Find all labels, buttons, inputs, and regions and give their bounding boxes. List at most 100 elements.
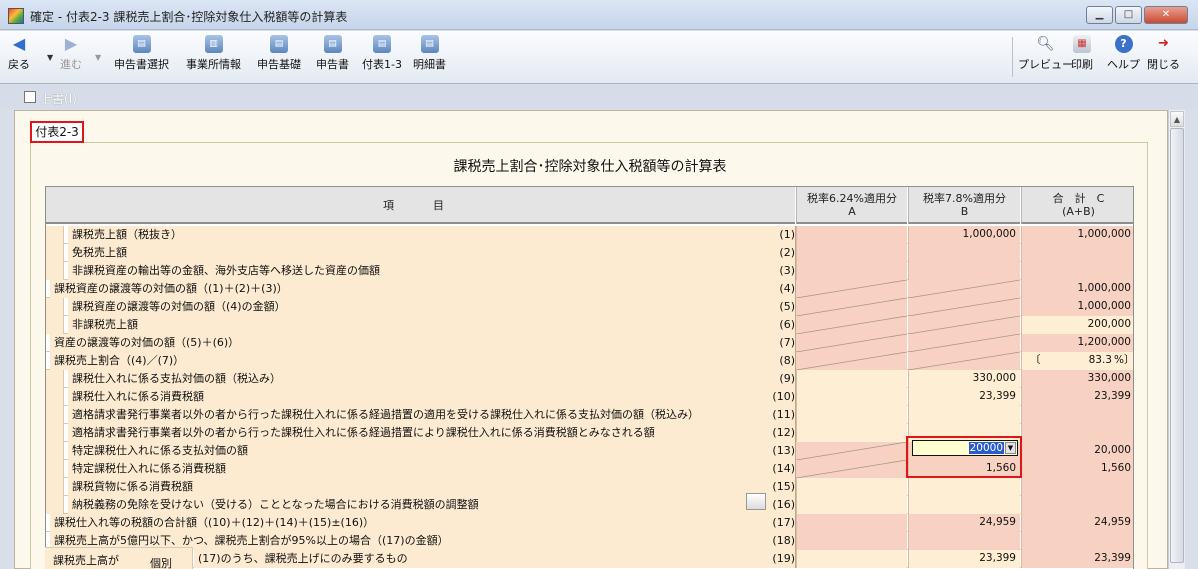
- cell-c[interactable]: [1021, 406, 1133, 424]
- cell-b[interactable]: [908, 406, 1020, 424]
- cell-c[interactable]: 23,399: [1021, 550, 1133, 568]
- specific-purchase-amount-input[interactable]: 20000 ▼: [912, 440, 1018, 456]
- toolbar-select-form[interactable]: ▤ 申告書選択: [114, 35, 169, 72]
- exit-door-icon: ➜: [1158, 36, 1169, 51]
- back-button[interactable]: ◀ 戻る: [8, 35, 30, 72]
- cell-c[interactable]: 23,399: [1021, 388, 1133, 406]
- forward-arrow-icon: ▶: [64, 34, 78, 53]
- cell-c[interactable]: 1,200,000: [1021, 334, 1133, 352]
- cell-c[interactable]: 〔 83.3 %〕: [1021, 352, 1133, 370]
- cell-b[interactable]: [908, 532, 1020, 550]
- adjust-detail-button[interactable]: [746, 493, 766, 510]
- row-number: (17): [765, 514, 795, 532]
- minimize-button[interactable]: ▁: [1086, 6, 1113, 24]
- cell-c[interactable]: [1021, 496, 1133, 514]
- cell-b[interactable]: 1,000,000: [908, 226, 1020, 244]
- cell-b[interactable]: 23,399: [908, 550, 1020, 568]
- ratio-value[interactable]: 83.3: [1060, 352, 1112, 369]
- toolbar-statement[interactable]: ▤ 明細書: [413, 35, 446, 72]
- cell-c[interactable]: 1,000,000: [1021, 226, 1133, 244]
- toolbar-appendix[interactable]: ▤ 付表1-3: [362, 35, 402, 72]
- cell-b[interactable]: [908, 496, 1020, 514]
- header-col-a: 税率6.24%適用分 A: [796, 187, 907, 224]
- row-number: (18): [765, 532, 795, 550]
- cell-a[interactable]: [796, 244, 907, 262]
- cell-c[interactable]: 200,000: [1021, 316, 1133, 334]
- back-dropdown-icon[interactable]: ▼: [47, 53, 53, 62]
- row-label: 適格請求書発行事業者以外の者から行った課税仕入れに係る経過措置の適用を受ける課税…: [68, 406, 765, 424]
- table-row: 課税売上額（税抜き） (1) 1,000,000 1,000,000: [46, 226, 1133, 244]
- row-indent: [46, 370, 64, 388]
- overwrite-checkbox[interactable]: [24, 91, 36, 103]
- cell-a[interactable]: [796, 514, 907, 532]
- cell-c[interactable]: [1021, 262, 1133, 280]
- toolbar-basic-info[interactable]: ▤ 申告基礎: [257, 35, 301, 72]
- cell-a[interactable]: [796, 532, 907, 550]
- cell-a[interactable]: [796, 262, 907, 280]
- cell-a[interactable]: [796, 424, 907, 442]
- cell-c[interactable]: 1,000,000: [1021, 280, 1133, 298]
- row-number: (14): [765, 460, 795, 478]
- vertical-scrollbar[interactable]: ▲: [1168, 110, 1185, 569]
- forward-dropdown-icon[interactable]: ▼: [95, 53, 101, 62]
- cell-a[interactable]: [796, 388, 907, 406]
- cell-a[interactable]: [796, 496, 907, 514]
- row-label: 課税仕入れに係る支払対価の額（税込み）: [68, 370, 765, 388]
- toolbar-return-form[interactable]: ▤ 申告書: [316, 35, 349, 72]
- cell-b[interactable]: 1,560: [908, 460, 1020, 478]
- magnifier-icon: 🔍︎: [1036, 36, 1055, 52]
- cell-a[interactable]: [796, 550, 907, 568]
- row-label: (17)のうち、課税売上げにのみ要するもの: [194, 550, 765, 568]
- cell-b[interactable]: [908, 244, 1020, 262]
- row-number: (12): [765, 424, 795, 442]
- table-row: 課税仕入れに係る消費税額 (10) 23,399 23,399: [46, 388, 1133, 406]
- row-label: 非課税売上額: [68, 316, 765, 334]
- cell-a[interactable]: [796, 226, 907, 244]
- row-number: (11): [765, 406, 795, 424]
- toolbar-separator: [1012, 37, 1013, 77]
- row-label: 特定課税仕入れに係る消費税額: [68, 460, 765, 478]
- tab-appendix-2-3[interactable]: 付表2-3: [30, 121, 84, 143]
- cell-c[interactable]: [1021, 424, 1133, 442]
- print-button[interactable]: ▦ 印刷: [1071, 35, 1093, 72]
- row-number: (3): [765, 262, 795, 280]
- cell-c[interactable]: [1021, 532, 1133, 550]
- row-number: (15): [765, 478, 795, 496]
- maximize-button[interactable]: □: [1115, 6, 1142, 24]
- help-button[interactable]: ? ヘルプ: [1107, 35, 1140, 72]
- scroll-up-icon[interactable]: ▲: [1170, 111, 1184, 127]
- cell-c[interactable]: 1,000,000: [1021, 298, 1133, 316]
- cell-b: [908, 352, 1020, 370]
- cell-c[interactable]: 1,560: [1021, 460, 1133, 478]
- table-row: (17)のうち、課税売上げにのみ要するもの (19) 23,399 23,399: [46, 550, 1133, 568]
- cell-b[interactable]: 330,000: [908, 370, 1020, 388]
- entry-dropdown-icon[interactable]: ▼: [1005, 442, 1016, 454]
- table-row: 適格請求書発行事業者以外の者から行った課税仕入れに係る経過措置の適用を受ける課税…: [46, 406, 1133, 424]
- row-label: 課税資産の譲渡等の対価の額（(1)＋(2)＋(3)）: [50, 280, 765, 298]
- close-button[interactable]: ➜ 閉じる: [1147, 35, 1180, 72]
- row-label: 課税貨物に係る消費税額: [68, 478, 765, 496]
- row-label: 課税資産の譲渡等の対価の額（(4)の金額）: [68, 298, 765, 316]
- cell-c[interactable]: [1021, 478, 1133, 496]
- cell-b[interactable]: [908, 262, 1020, 280]
- row-number: (4): [765, 280, 795, 298]
- cell-c[interactable]: 24,959: [1021, 514, 1133, 532]
- cell-b[interactable]: [908, 478, 1020, 496]
- cell-b[interactable]: 23,399: [908, 388, 1020, 406]
- cell-a[interactable]: [796, 478, 907, 496]
- cell-c[interactable]: [1021, 244, 1133, 262]
- cell-c[interactable]: 20,000: [1021, 442, 1133, 460]
- cell-c[interactable]: 330,000: [1021, 370, 1133, 388]
- toolbar-office-info[interactable]: ▥ 事業所情報: [186, 35, 241, 72]
- close-window-button[interactable]: ✕: [1144, 6, 1188, 24]
- cell-a: [796, 460, 907, 478]
- row-indent: [46, 478, 64, 496]
- cell-a[interactable]: [796, 370, 907, 388]
- scroll-thumb[interactable]: [1170, 128, 1184, 563]
- cell-a[interactable]: [796, 406, 907, 424]
- cell-b[interactable]: 24,959: [908, 514, 1020, 532]
- forward-button[interactable]: ▶ 進む: [60, 35, 82, 72]
- row-number: (10): [765, 388, 795, 406]
- preview-button[interactable]: 🔍︎ プレビュー: [1018, 35, 1073, 72]
- table-row: 課税売上割合（(4)／(7)） (8) 〔 83.3 %〕: [46, 352, 1133, 370]
